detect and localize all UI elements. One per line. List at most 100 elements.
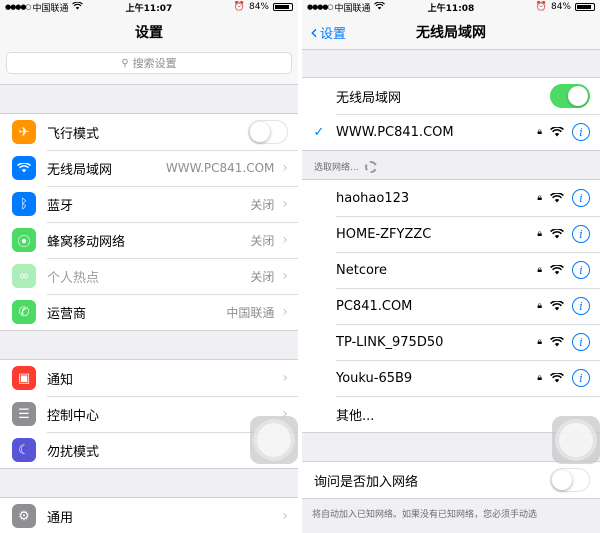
settings-row-label: 通知 — [47, 372, 74, 388]
settings-row[interactable]: ᛒ 蓝牙 关闭 › — [0, 186, 298, 222]
search-icon: ⚲ — [121, 57, 129, 69]
info-icon[interactable]: i — [572, 123, 590, 141]
connected-network-name: WWW.PC841.COM — [336, 124, 454, 140]
ask-join-group: 询问是否加入网络 — [302, 461, 600, 499]
settings-row[interactable]: 无线局域网 WWW.PC841.COM › — [0, 150, 298, 186]
wifi-toggle-group: 无线局域网 ✓ WWW.PC841.COM 🔒︎ i — [302, 77, 600, 151]
network-row[interactable]: PC841.COM 🔒︎ i — [302, 288, 600, 324]
ask-join-toggle[interactable] — [550, 468, 590, 492]
lock-icon: 🔒︎ — [537, 373, 542, 383]
status-bar: ●●●●○ 中国联通 上午11:08 ⏰ 84% — [302, 0, 600, 14]
settings-row-value: 中国联通 — [226, 305, 275, 320]
ask-join-footnote: 将自动加入已知网络。如果没有已知网络，您必须手动选 — [312, 510, 538, 520]
network-list: haohao123 🔒︎ i HOME-ZFYZZC 🔒︎ i Netcore 🔒︎ i PC84… — [302, 179, 600, 433]
settings-row[interactable]: ▣ 通知 › — [0, 360, 298, 396]
ask-join-label: 询问是否加入网络 — [314, 474, 419, 490]
back-button[interactable]: ‹ 设置 — [310, 14, 346, 50]
lock-icon: 🔒︎ — [537, 265, 542, 275]
settings-row[interactable]: ⚙ 通用 › — [0, 498, 298, 533]
search-field[interactable]: ⚲ 搜索设置 — [6, 52, 292, 74]
settings-panel: ●●●●○ 中国联通 上午11:07 ⏰ 84% 设置 ⚲ 搜索设置 ✈ 飞行模式… — [0, 0, 298, 533]
chevron-right-icon: › — [282, 508, 288, 524]
battery-icon — [273, 3, 293, 11]
settings-row-label: 运营商 — [47, 306, 87, 322]
settings-row[interactable]: ✈ 飞行模式 — [0, 114, 298, 150]
info-icon[interactable]: i — [572, 297, 590, 315]
chevron-right-icon: › — [282, 196, 288, 212]
moon-icon: ☾ — [12, 438, 36, 462]
ask-join-row: 询问是否加入网络 — [302, 462, 600, 498]
settings-row-label: 飞行模式 — [47, 126, 100, 142]
info-icon[interactable]: i — [572, 225, 590, 243]
nav-bar: ‹ 设置 无线局域网 — [302, 14, 600, 50]
info-icon[interactable]: i — [572, 333, 590, 351]
info-icon[interactable]: i — [572, 369, 590, 387]
chevron-right-icon: › — [282, 160, 288, 176]
search-placeholder: 搜索设置 — [132, 57, 177, 70]
network-row[interactable]: TP-LINK_975D50 🔒︎ i — [302, 324, 600, 360]
network-row[interactable]: haohao123 🔒︎ i — [302, 180, 600, 216]
page-title: 设置 — [135, 25, 163, 41]
battery-icon — [575, 3, 595, 11]
hotspot-icon: ∞ — [12, 264, 36, 288]
wifi-toggle-label: 无线局域网 — [336, 90, 402, 106]
chevron-right-icon: › — [282, 304, 288, 320]
network-row[interactable]: Netcore 🔒︎ i — [302, 252, 600, 288]
connectivity-group: ✈ 飞行模式 无线局域网 WWW.PC841.COM › ᛒ 蓝牙 关闭 › ⦿ 蜂窝移动网络 关闭 ›… — [0, 113, 298, 331]
info-icon[interactable]: i — [572, 189, 590, 207]
wifi-signal-icon — [550, 373, 564, 383]
notifications-icon: ▣ — [12, 366, 36, 390]
settings-row-label: 无线局域网 — [47, 162, 113, 178]
settings-row[interactable]: ⦿ 蜂窝移动网络 关闭 › — [0, 222, 298, 258]
assistive-touch-button[interactable] — [552, 416, 600, 464]
nav-bar: 设置 — [0, 14, 298, 50]
lock-icon: 🔒︎ — [537, 301, 542, 311]
network-name: Youku-65B9 — [336, 370, 413, 386]
wifi-panel: ●●●●○ 中国联通 上午11:08 ⏰ 84% ‹ 设置 无线局域网 无线局域… — [302, 0, 600, 533]
settings-row-value: 关闭 — [250, 197, 275, 212]
wifi-toggle-row: 无线局域网 — [302, 78, 600, 114]
wifi-signal-icon — [550, 301, 564, 311]
lock-icon: 🔒︎ — [537, 193, 542, 203]
search-area: ⚲ 搜索设置 — [0, 50, 298, 85]
connected-network-row[interactable]: ✓ WWW.PC841.COM 🔒︎ i — [302, 114, 600, 150]
chevron-left-icon: ‹ — [310, 20, 318, 44]
settings-row-label: 蜂窝移动网络 — [47, 234, 126, 250]
network-row[interactable]: Youku-65B9 🔒︎ i — [302, 360, 600, 396]
lock-icon: 🔒︎ — [537, 229, 542, 239]
assistive-touch-button[interactable] — [250, 416, 298, 464]
network-name: haohao123 — [336, 190, 410, 206]
wifi-signal-icon — [550, 337, 564, 347]
status-bar: ●●●●○ 中国联通 上午11:07 ⏰ 84% — [0, 0, 298, 14]
settings-row-label: 控制中心 — [47, 408, 100, 424]
chevron-right-icon: › — [282, 370, 288, 386]
settings-row-value: 关闭 — [250, 233, 275, 248]
info-icon[interactable]: i — [572, 261, 590, 279]
network-name: PC841.COM — [336, 298, 413, 314]
chevron-right-icon: › — [282, 268, 288, 284]
wifi-toggle[interactable] — [550, 84, 590, 108]
network-name: TP-LINK_975D50 — [336, 334, 444, 350]
settings-row-label: 通用 — [47, 510, 74, 526]
settings-row[interactable]: ✆ 运营商 中国联通 › — [0, 294, 298, 330]
airplane-mode-toggle[interactable] — [248, 120, 288, 144]
cellular-icon: ⦿ — [12, 228, 36, 252]
back-label: 设置 — [320, 26, 347, 42]
lock-icon: 🔒︎ — [537, 337, 542, 347]
settings-row-value: WWW.PC841.COM — [165, 161, 275, 175]
choose-network-header: 选取网络... — [302, 151, 600, 179]
settings-row-label: 勿扰模式 — [47, 444, 100, 460]
settings-row[interactable]: ∞ 个人热点 关闭 › — [0, 258, 298, 294]
checkmark-icon: ✓ — [313, 124, 325, 140]
phone-icon: ✆ — [12, 300, 36, 324]
control-center-icon: ☰ — [12, 402, 36, 426]
network-row[interactable]: HOME-ZFYZZC 🔒︎ i — [302, 216, 600, 252]
chevron-right-icon: › — [282, 232, 288, 248]
airplane-icon: ✈ — [12, 120, 36, 144]
loading-spinner-icon — [364, 161, 377, 173]
page-title: 无线局域网 — [416, 24, 486, 41]
wifi-signal-icon — [550, 193, 564, 203]
network-name: HOME-ZFYZZC — [336, 226, 432, 242]
general-group: ⚙ 通用 › — [0, 497, 298, 533]
bluetooth-icon: ᛒ — [12, 192, 36, 216]
